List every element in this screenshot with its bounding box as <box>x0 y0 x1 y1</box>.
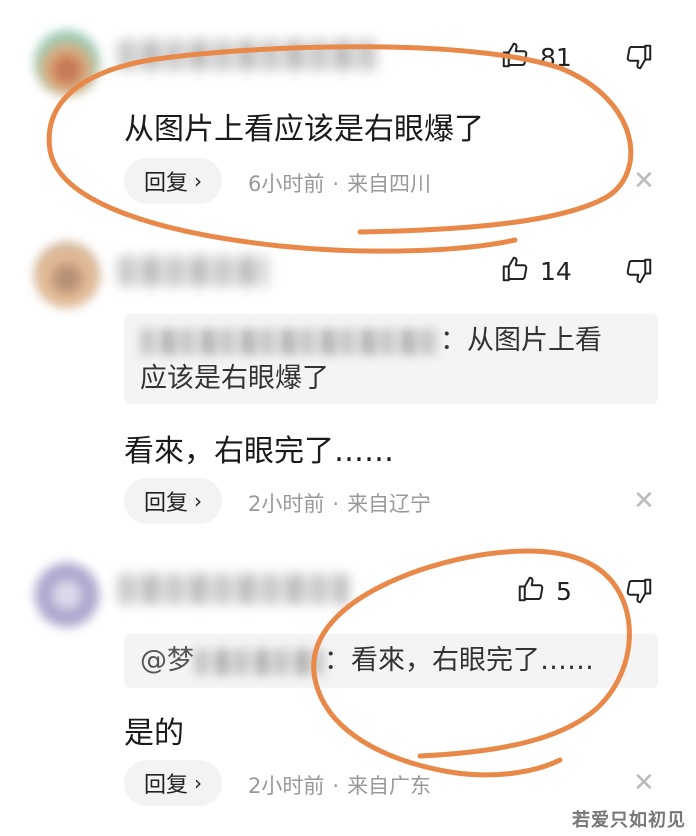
comment-text: 是的 <box>124 716 184 751</box>
meta-separator: · <box>332 492 340 516</box>
comment-time: 2小时前 <box>248 492 325 516</box>
chevron-right-icon: › <box>194 489 202 513</box>
comment-item: 14 ：从图片上看 应该是右眼爆了 看來，右眼完了…… 回复 › 2小时前 · 来自… <box>0 230 696 550</box>
dislike-button[interactable] <box>624 576 654 610</box>
comment-meta: 2小时前 · 来自辽宁 <box>248 488 431 518</box>
comment-meta: 6小时前 · 来自四川 <box>248 168 431 198</box>
quoted-reply[interactable]: @梦 ：看來，右眼完了…… <box>124 634 658 688</box>
quote-text: ：从图片上看 <box>440 325 602 356</box>
like-button[interactable]: 5 <box>516 574 572 608</box>
avatar[interactable] <box>34 30 100 96</box>
quote-line-1: ：从图片上看 <box>140 322 658 360</box>
watermark: 若爱只如初见 <box>572 810 686 831</box>
reply-button[interactable]: 回复 › <box>124 478 222 524</box>
thumbs-up-icon <box>516 574 546 608</box>
avatar[interactable] <box>34 562 100 628</box>
reply-label: 回复 <box>143 171 188 196</box>
thumbs-up-icon <box>500 254 530 288</box>
close-icon[interactable]: ✕ <box>633 770 655 796</box>
reply-button[interactable]: 回复 › <box>124 158 222 204</box>
thumbs-down-icon <box>624 258 654 290</box>
comment-location: 来自辽宁 <box>347 492 432 516</box>
quote-line-2: 应该是右眼爆了 <box>140 363 329 394</box>
like-button[interactable]: 81 <box>500 40 572 74</box>
reply-button[interactable]: 回复 › <box>124 760 222 806</box>
username-blurred[interactable] <box>118 574 348 604</box>
username-blurred[interactable] <box>118 256 268 286</box>
comment-meta: 2小时前 · 来自广东 <box>248 770 431 800</box>
dislike-button[interactable] <box>624 42 654 76</box>
like-button[interactable]: 14 <box>500 254 572 288</box>
quote-mention: @梦 <box>140 645 194 676</box>
comment-time: 2小时前 <box>248 774 325 798</box>
thumbs-down-icon <box>624 578 654 610</box>
comment-location: 来自四川 <box>347 172 432 196</box>
quoted-username-blurred <box>194 648 324 675</box>
quote-text: ：看來，右眼完了…… <box>324 645 594 676</box>
like-count: 5 <box>556 576 572 606</box>
comment-time: 6小时前 <box>248 172 325 196</box>
comment-item: 81 从图片上看应该是右眼爆了 回复 › 6小时前 · 来自四川 ✕ <box>0 0 696 230</box>
reply-label: 回复 <box>143 491 188 516</box>
quoted-reply[interactable]: ：从图片上看 应该是右眼爆了 <box>124 314 658 404</box>
comment-text: 从图片上看应该是右眼爆了 <box>124 112 484 147</box>
comment-location: 来自广东 <box>347 774 432 798</box>
chevron-right-icon: › <box>194 169 202 193</box>
like-count: 81 <box>540 42 572 72</box>
chevron-right-icon: › <box>194 771 202 795</box>
meta-separator: · <box>332 774 340 798</box>
like-count: 14 <box>540 256 572 286</box>
avatar[interactable] <box>34 242 100 308</box>
thumbs-down-icon <box>624 44 654 76</box>
quoted-username-blurred <box>140 328 440 355</box>
reply-label: 回复 <box>143 773 188 798</box>
meta-separator: · <box>332 172 340 196</box>
username-blurred[interactable] <box>118 40 378 70</box>
close-icon[interactable]: ✕ <box>633 488 655 514</box>
close-icon[interactable]: ✕ <box>633 168 655 194</box>
thumbs-up-icon <box>500 40 530 74</box>
dislike-button[interactable] <box>624 256 654 290</box>
comment-text: 看來，右眼完了…… <box>124 434 394 469</box>
comment-item: 5 @梦 ：看來，右眼完了…… 是的 回复 › 2小时前 · 来自广东 ✕ <box>0 550 696 836</box>
